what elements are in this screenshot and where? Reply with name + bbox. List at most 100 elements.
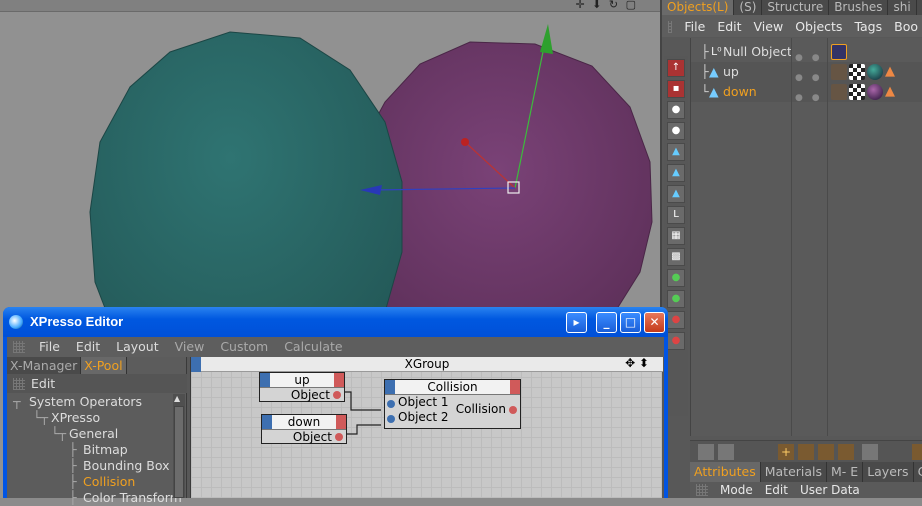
node-down[interactable]: down Object bbox=[261, 414, 347, 444]
red-dot2-tool-icon[interactable]: ● bbox=[667, 332, 685, 350]
tab-materials[interactable]: Materials bbox=[761, 462, 828, 482]
scrollbar-thumb[interactable] bbox=[174, 406, 184, 498]
grip-icon[interactable] bbox=[13, 377, 25, 390]
move-tool-icon[interactable]: ↑ bbox=[667, 59, 685, 77]
menu-tags[interactable]: Tags bbox=[848, 19, 888, 34]
tab-scene[interactable]: (S) bbox=[734, 0, 763, 15]
object-row[interactable]: ├ L⁰ Null Object ● ● bbox=[691, 42, 922, 63]
sphere-tool-icon[interactable]: ● bbox=[667, 101, 685, 119]
menu-mode[interactable]: Mode bbox=[714, 483, 759, 497]
viewport-nav-icons[interactable]: ✛ ⬇ ↻ ▢ bbox=[575, 0, 638, 11]
menu-custom[interactable]: Custom bbox=[212, 337, 276, 357]
more-icon[interactable] bbox=[912, 444, 922, 460]
menu-view[interactable]: View bbox=[167, 337, 213, 357]
warning-tag-icon[interactable]: ▲ bbox=[885, 64, 901, 80]
grip-icon[interactable] bbox=[13, 341, 25, 353]
link-icon[interactable] bbox=[798, 444, 814, 460]
green-dot2-tool-icon[interactable]: ● bbox=[667, 290, 685, 308]
node-collision[interactable]: Collision Object 1 Object 2 Collision bbox=[384, 379, 521, 429]
xpresso-tag-icon[interactable] bbox=[831, 44, 847, 60]
xpresso-graph-area[interactable]: XGroup ✥ ⬍ up Object down Object Collisi… bbox=[190, 356, 663, 498]
green-dot-tool-icon[interactable]: ● bbox=[667, 269, 685, 287]
menu-objects[interactable]: Objects bbox=[789, 19, 848, 34]
menu-edit[interactable]: Edit bbox=[759, 483, 794, 497]
tab-structure[interactable]: Structure bbox=[762, 0, 830, 15]
tree-item[interactable]: XPresso bbox=[51, 410, 100, 426]
object-tags: ▲ bbox=[831, 64, 901, 80]
node-title: down bbox=[287, 415, 321, 429]
menu-edit[interactable]: Edit bbox=[711, 19, 747, 34]
menu-boo[interactable]: Boo bbox=[888, 19, 922, 34]
tree-item[interactable]: Bounding Box bbox=[83, 458, 170, 474]
scroll-up-icon[interactable]: ▲ bbox=[174, 394, 180, 403]
menu-calculate[interactable]: Calculate bbox=[276, 337, 350, 357]
menu-view[interactable]: View bbox=[748, 19, 790, 34]
texture-tag-icon[interactable] bbox=[849, 64, 865, 80]
menu-edit[interactable]: Edit bbox=[31, 374, 55, 393]
output-port-icon[interactable] bbox=[509, 406, 517, 414]
grid-tool-icon[interactable]: ▦ bbox=[667, 227, 685, 245]
z-axis-handle-icon[interactable] bbox=[461, 138, 469, 146]
tree-item[interactable]: General bbox=[69, 426, 118, 442]
grip-icon[interactable] bbox=[668, 21, 673, 33]
tab-layers[interactable]: Layers bbox=[863, 462, 914, 482]
checker-tool-icon[interactable]: ▩ bbox=[667, 248, 685, 266]
tree-item[interactable]: Collision bbox=[83, 474, 135, 490]
cone2-tool-icon[interactable]: ▲ bbox=[667, 164, 685, 182]
tab-me[interactable]: M- E bbox=[827, 462, 864, 482]
close-button[interactable]: ✕ bbox=[644, 312, 665, 333]
object-name[interactable]: down bbox=[723, 82, 757, 102]
object-name[interactable]: up bbox=[723, 62, 739, 82]
menu-edit[interactable]: Edit bbox=[68, 337, 108, 357]
texture-tag-icon[interactable] bbox=[849, 84, 865, 100]
red-dot-tool-icon[interactable]: ● bbox=[667, 311, 685, 329]
cone-tool-icon[interactable]: ▲ bbox=[667, 143, 685, 161]
tree-scrollbar[interactable]: ▲ bbox=[173, 394, 185, 498]
tab-brushes[interactable]: Brushes bbox=[829, 0, 889, 15]
menu-file[interactable]: File bbox=[31, 337, 68, 357]
tree-item[interactable]: Bitmap bbox=[83, 442, 128, 458]
menu-layout[interactable]: Layout bbox=[108, 337, 167, 357]
cone3-tool-icon[interactable]: ▲ bbox=[667, 185, 685, 203]
output-port-icon[interactable] bbox=[335, 433, 343, 441]
ruler-icon[interactable] bbox=[818, 444, 834, 460]
object-row[interactable]: ├ ▲ up ● ● ▲ bbox=[691, 62, 922, 83]
y-axis-arrow-icon[interactable] bbox=[540, 24, 553, 54]
visibility-dots-icon[interactable]: ● ● bbox=[795, 88, 823, 108]
null-tool-icon[interactable]: L bbox=[667, 206, 685, 224]
input-port-icon[interactable] bbox=[387, 400, 395, 408]
menu-user-data[interactable]: User Data bbox=[794, 483, 866, 497]
grid-view-icon[interactable] bbox=[718, 444, 734, 460]
xpresso-editor-window[interactable]: XPresso Editor ▸ _ □ ✕ File Edit Layout … bbox=[3, 307, 668, 505]
zoom-tool-icon[interactable] bbox=[698, 444, 714, 460]
maximize-button[interactable]: □ bbox=[620, 312, 641, 333]
material-purple-icon[interactable] bbox=[867, 84, 883, 100]
warning-tag-icon[interactable]: ▲ bbox=[885, 84, 901, 100]
phong-tag-icon[interactable] bbox=[831, 84, 847, 100]
tab-x-pool[interactable]: X-Pool bbox=[81, 357, 127, 374]
help-arrow-icon[interactable]: ▸ bbox=[566, 312, 587, 333]
tree-item[interactable]: System Operators bbox=[29, 394, 142, 410]
material-teal-icon[interactable] bbox=[867, 64, 883, 80]
input-port-icon[interactable] bbox=[387, 415, 395, 423]
dots-icon[interactable] bbox=[862, 444, 878, 460]
node-up[interactable]: up Object bbox=[259, 372, 345, 402]
menu-file[interactable]: File bbox=[678, 19, 711, 34]
tab-shi[interactable]: shi bbox=[888, 0, 917, 15]
sphere2-tool-icon[interactable]: ● bbox=[667, 122, 685, 140]
counter-icon[interactable] bbox=[838, 444, 854, 460]
scale-tool-icon[interactable]: ▪ bbox=[667, 80, 685, 98]
tab-objects[interactable]: Objects(L) bbox=[662, 0, 735, 15]
window-titlebar[interactable]: XPresso Editor ▸ _ □ ✕ bbox=[3, 307, 668, 337]
object-name[interactable]: Null Object bbox=[723, 42, 792, 62]
tab-x-manager[interactable]: X-Manager bbox=[7, 357, 82, 374]
tree-item[interactable]: Color Transform bbox=[83, 490, 182, 506]
grip-icon[interactable] bbox=[696, 484, 708, 496]
tab-co[interactable]: Co bbox=[914, 462, 922, 482]
object-row[interactable]: └ ▲ down ● ● ▲ bbox=[691, 82, 922, 103]
output-port-icon[interactable] bbox=[333, 391, 341, 399]
add-icon[interactable]: + bbox=[778, 444, 794, 460]
minimize-button[interactable]: _ bbox=[596, 312, 617, 333]
tab-attributes[interactable]: Attributes bbox=[690, 462, 761, 482]
phong-tag-icon[interactable] bbox=[831, 64, 847, 80]
